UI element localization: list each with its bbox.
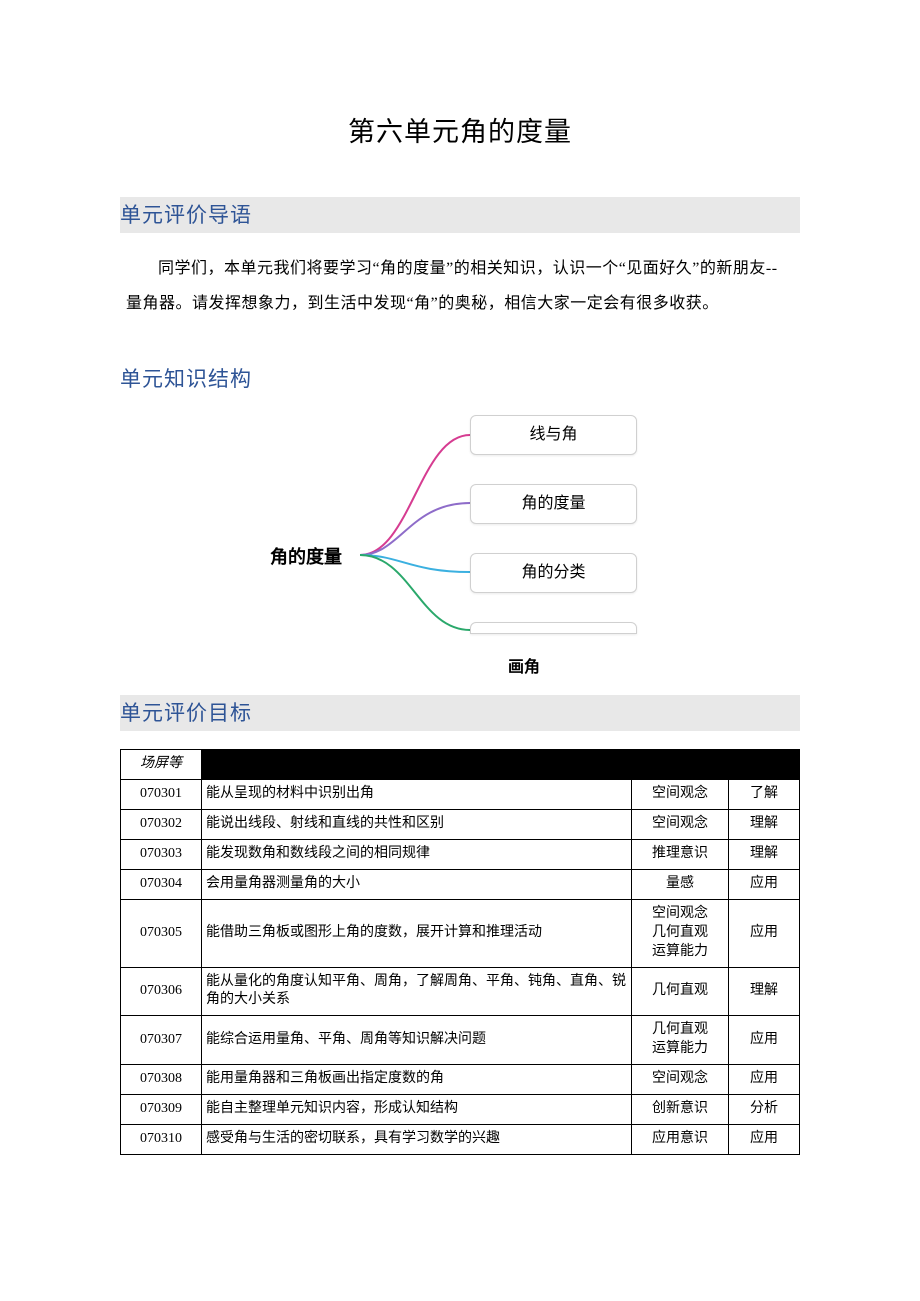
cell-desc: 能自主整理单元知识内容，形成认知结构 xyxy=(202,1094,632,1124)
table-row: 070303能发现数角和数线段之间的相同规律推理意识理解 xyxy=(121,840,800,870)
intro-paragraph: 同学们，本单元我们将要学习“角的度量”的相关知识，认识一个“见面好久”的新朋友-… xyxy=(126,251,794,321)
cell-code: 070301 xyxy=(121,780,202,810)
section-header-structure: 单元知识结构 xyxy=(120,361,800,397)
cell-level: 理解 xyxy=(729,840,800,870)
cell-category: 空间观念 xyxy=(632,810,729,840)
objectives-table: 场屏等 070301能从呈现的材料中识别出角空间观念了解070302能说出线段、… xyxy=(120,749,800,1154)
cell-desc: 能借助三角板或图形上角的度数，展开计算和推理活动 xyxy=(202,899,632,967)
table-row: 070307能综合运用量角、平角、周角等知识解决问题几何直观运算能力应用 xyxy=(121,1016,800,1065)
table-row: 070304会用量角器测量角的大小量感应用 xyxy=(121,869,800,899)
diagram-node-1: 线与角 xyxy=(470,415,637,455)
table-header-row: 场屏等 xyxy=(121,750,800,780)
diagram-node-2: 角的度量 xyxy=(470,484,637,524)
cell-desc: 能用量角器和三角板画出指定度数的角 xyxy=(202,1065,632,1095)
cell-category: 创新意识 xyxy=(632,1094,729,1124)
cell-level: 应用 xyxy=(729,899,800,967)
th-level xyxy=(729,750,800,780)
cell-level: 应用 xyxy=(729,869,800,899)
document-page: 第六单元角的度量 单元评价导语 同学们，本单元我们将要学习“角的度量”的相关知识… xyxy=(0,0,920,1215)
cell-desc: 能从呈现的材料中识别出角 xyxy=(202,780,632,810)
table-row: 070301能从呈现的材料中识别出角空间观念了解 xyxy=(121,780,800,810)
cell-level: 应用 xyxy=(729,1016,800,1065)
cell-level: 分析 xyxy=(729,1094,800,1124)
section-header-objectives: 单元评价目标 xyxy=(120,695,800,731)
cell-category: 量感 xyxy=(632,869,729,899)
cell-desc: 感受角与生活的密切联系，具有学习数学的兴趣 xyxy=(202,1124,632,1154)
cell-desc: 能综合运用量角、平角、周角等知识解决问题 xyxy=(202,1016,632,1065)
table-row: 070306能从量化的角度认知平角、周角，了解周角、平角、钝角、直角、锐角的大小… xyxy=(121,967,800,1016)
cell-level: 理解 xyxy=(729,810,800,840)
cell-category: 推理意识 xyxy=(632,840,729,870)
cell-category: 几何直观 xyxy=(632,967,729,1016)
cell-code: 070304 xyxy=(121,869,202,899)
cell-category: 空间观念 xyxy=(632,780,729,810)
table-row: 070308能用量角器和三角板画出指定度数的角空间观念应用 xyxy=(121,1065,800,1095)
cell-desc: 能从量化的角度认知平角、周角，了解周角、平角、钝角、直角、锐角的大小关系 xyxy=(202,967,632,1016)
cell-code: 070303 xyxy=(121,840,202,870)
cell-code: 070308 xyxy=(121,1065,202,1095)
th-cat xyxy=(632,750,729,780)
cell-level: 了解 xyxy=(729,780,800,810)
cell-desc: 能发现数角和数线段之间的相同规律 xyxy=(202,840,632,870)
page-title: 第六单元角的度量 xyxy=(120,110,800,149)
cell-desc: 能说出线段、射线和直线的共性和区别 xyxy=(202,810,632,840)
cell-category: 空间观念 xyxy=(632,1065,729,1095)
cell-code: 070307 xyxy=(121,1016,202,1065)
diagram-node-3: 角的分类 xyxy=(470,553,637,593)
cell-level: 应用 xyxy=(729,1124,800,1154)
diagram-branches xyxy=(350,415,480,645)
diagram-node-4-partial xyxy=(470,622,637,634)
cell-category: 应用意识 xyxy=(632,1124,729,1154)
cell-level: 理解 xyxy=(729,967,800,1016)
cell-level: 应用 xyxy=(729,1065,800,1095)
cell-code: 070306 xyxy=(121,967,202,1016)
cell-category: 空间观念几何直观运算能力 xyxy=(632,899,729,967)
table-row: 070310感受角与生活的密切联系，具有学习数学的兴趣应用意识应用 xyxy=(121,1124,800,1154)
table-row: 070305能借助三角板或图形上角的度数，展开计算和推理活动空间观念几何直观运算… xyxy=(121,899,800,967)
diagram-central-node: 角的度量 xyxy=(270,543,342,569)
cell-code: 070305 xyxy=(121,899,202,967)
knowledge-diagram: 角的度量 线与角 角的度量 角的分类 画角 xyxy=(270,415,650,675)
table-row: 070309能自主整理单元知识内容，形成认知结构创新意识分析 xyxy=(121,1094,800,1124)
section-header-intro: 单元评价导语 xyxy=(120,197,800,233)
diagram-node-4-label: 画角 xyxy=(508,653,540,677)
th-desc xyxy=(202,750,632,780)
th-code: 场屏等 xyxy=(121,750,202,780)
cell-category: 几何直观运算能力 xyxy=(632,1016,729,1065)
cell-code: 070310 xyxy=(121,1124,202,1154)
cell-code: 070302 xyxy=(121,810,202,840)
cell-code: 070309 xyxy=(121,1094,202,1124)
table-row: 070302能说出线段、射线和直线的共性和区别空间观念理解 xyxy=(121,810,800,840)
cell-desc: 会用量角器测量角的大小 xyxy=(202,869,632,899)
